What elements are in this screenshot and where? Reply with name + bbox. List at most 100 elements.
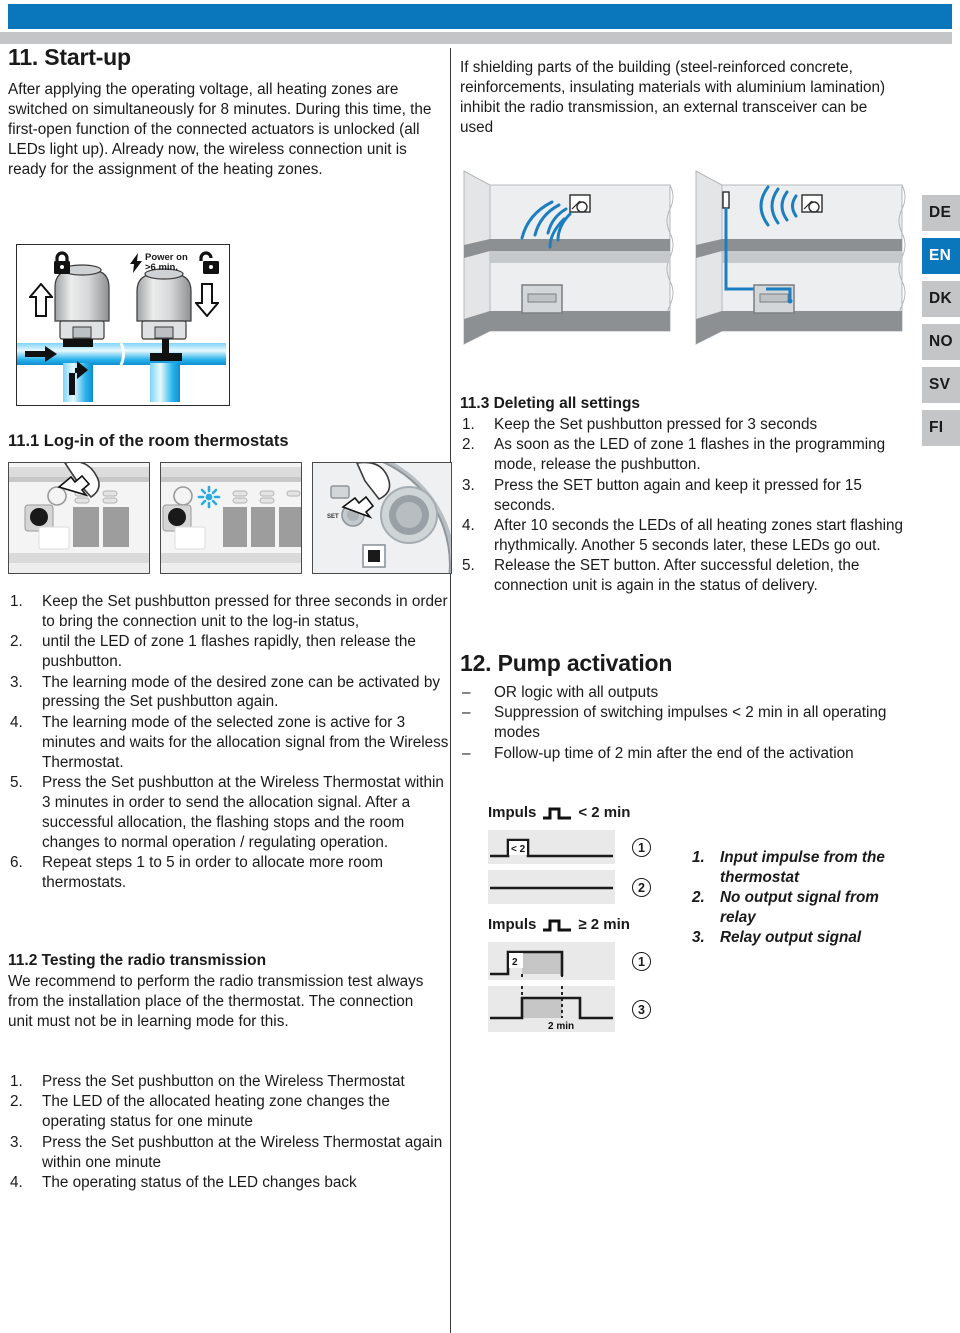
- svg-text:SET: SET: [327, 514, 339, 520]
- list-text: No output signal from relay: [720, 888, 879, 926]
- list-marker: 1.: [462, 416, 475, 433]
- list-text: As soon as the LED of zone 1 flashes in …: [494, 436, 886, 474]
- list-item: 3. Relay output signal: [692, 928, 910, 948]
- photo-press-set-button: [8, 462, 150, 574]
- list-section-12-bullets: – OR logic with all outputs – Suppression …: [460, 683, 910, 764]
- pump-badge-a1: 1: [632, 838, 651, 857]
- list-item: 1. Keep the Set pushbutton pressed for 3 …: [460, 415, 910, 435]
- list-text: Input impulse from the thermostat: [720, 849, 885, 886]
- list-marker: –: [462, 744, 471, 762]
- list-text: The operating status of the LED changes …: [42, 1173, 357, 1191]
- svg-text:< 2: < 2: [511, 844, 526, 855]
- list-marker: 4.: [10, 713, 23, 731]
- language-tab-rail: DE EN DK NO SV FI: [922, 195, 960, 453]
- rooms-illustration: [463, 170, 906, 345]
- language-tab-de[interactable]: DE: [922, 195, 960, 231]
- language-tab-fi[interactable]: FI: [922, 410, 960, 446]
- list-item: 2. The LED of the allocated heating zone …: [8, 1092, 450, 1132]
- list-section-11-1-steps: 1. Keep the Set pushbutton pressed for th…: [8, 592, 450, 893]
- pump-badge-a2: 2: [632, 878, 651, 897]
- list-marker: 2.: [692, 888, 705, 906]
- lightning-bolt-icon: [129, 253, 143, 278]
- list-section-11-3-steps: 1. Keep the Set pushbutton pressed for 3 …: [460, 415, 910, 596]
- list-text: The LED of the allocated heating zone ch…: [42, 1093, 390, 1131]
- list-marker: –: [462, 684, 471, 701]
- power-on-label: Power on >6 min.: [145, 253, 188, 273]
- list-marker: 4.: [462, 516, 475, 534]
- pump-trace-a2: [488, 870, 615, 904]
- list-text: The learning mode of the desired zone ca…: [42, 673, 440, 711]
- impuls-title-b: Impuls ≥ 2 min: [488, 916, 630, 933]
- figure-actuator-first-open: Power on >6 min.: [16, 244, 230, 406]
- list-text: After 10 seconds the LEDs of all heating…: [494, 516, 904, 554]
- column-divider: [450, 48, 451, 1333]
- photo-thermostat-set: SET: [312, 462, 452, 574]
- list-text: The learning mode of the selected zone i…: [42, 713, 449, 771]
- list-item: 3. The learning mode of the desired zone …: [8, 673, 450, 713]
- pump-badge-b2: 3: [632, 1000, 651, 1019]
- impuls-cond-b: ≥ 2 min: [578, 916, 630, 933]
- svg-text:2 min: 2 min: [548, 1021, 574, 1032]
- language-tab-dk[interactable]: DK: [922, 281, 960, 317]
- language-tab-sv[interactable]: SV: [922, 367, 960, 403]
- list-item: 4. After 10 seconds the LEDs of all heati…: [460, 516, 910, 556]
- list-item: – OR logic with all outputs: [460, 683, 910, 703]
- arrow-down-icon: [193, 283, 221, 322]
- list-text: Press the Set pushbutton at the Wireless…: [42, 1133, 443, 1171]
- pump-badge-b1: 1: [632, 952, 651, 971]
- photo-led-flashing: [160, 462, 302, 574]
- list-text: until the LED of zone 1 flashes rapidly,…: [42, 633, 416, 671]
- list-text: Keep the Set pushbutton pressed for thre…: [42, 593, 448, 630]
- list-text: OR logic with all outputs: [494, 684, 659, 701]
- figure-login-photos: SET: [8, 462, 452, 574]
- list-marker: 3.: [10, 673, 23, 691]
- heading-section-11-3: 11.3 Deleting all settings: [460, 395, 641, 412]
- list-item: 1. Input impulse from the thermostat: [692, 848, 910, 888]
- list-item: 2. No output signal from relay: [692, 888, 910, 928]
- heading-section-11-2: 11.2 Testing the radio transmission: [8, 952, 267, 969]
- list-text: Press the SET button again and keep it p…: [494, 476, 862, 514]
- actuator-illustration: [17, 264, 226, 402]
- figure-pump-timing: Impuls < 2 min < 2 1 2 Impuls ≥ 2 min 2 …: [460, 804, 910, 1094]
- banner-blue-bar: [8, 4, 952, 29]
- page-content: 11. Start-up After applying the operatin…: [0, 44, 960, 1333]
- list-marker: –: [462, 704, 471, 722]
- list-marker: 3.: [692, 928, 705, 946]
- list-item: 2. until the LED of zone 1 flashes rapidl…: [8, 632, 450, 672]
- list-item: 5. Press the Set pushbutton at the Wirele…: [8, 773, 450, 853]
- banner-grey-bar: [0, 32, 952, 44]
- right-column: If shielding parts of the building (stee…: [460, 44, 910, 1032]
- list-text: Suppression of switching impulses < 2 mi…: [494, 704, 887, 742]
- list-marker: 2.: [10, 633, 23, 651]
- list-item: 3. Press the SET button again and keep it…: [460, 476, 910, 516]
- list-item: 1. Press the Set pushbutton on the Wirele…: [8, 1072, 450, 1092]
- paragraph-section-11-2: We recommend to perform the radio transm…: [8, 973, 424, 1030]
- pump-trace-a1: < 2: [488, 830, 615, 864]
- list-item: 4. The learning mode of the selected zone…: [8, 713, 450, 773]
- list-item: 1. Keep the Set pushbutton pressed for th…: [8, 592, 450, 632]
- list-item: 4. The operating status of the LED change…: [8, 1173, 450, 1193]
- list-item: 5. Release the SET button. After successf…: [460, 556, 910, 596]
- language-tab-en[interactable]: EN: [922, 238, 960, 274]
- list-marker: 2.: [462, 436, 475, 454]
- impuls-title-a: Impuls < 2 min: [488, 804, 630, 821]
- list-item: 6. Repeat steps 1 to 5 in order to alloca…: [8, 853, 450, 893]
- list-item: – Suppression of switching impulses < 2 m…: [460, 703, 910, 743]
- lock-closed-icon: [52, 251, 72, 280]
- figure-transceiver-rooms: [460, 159, 910, 354]
- impuls-label-b: Impuls: [488, 916, 537, 933]
- pump-trace-b2: 2 min: [488, 986, 615, 1032]
- power-on-line2: >6 min.: [145, 261, 178, 273]
- language-tab-no[interactable]: NO: [922, 324, 960, 360]
- list-text: Release the SET button. After successful…: [494, 557, 860, 594]
- heading-section-11: 11. Start-up: [8, 44, 131, 70]
- pulse-glyph-icon-b: [543, 919, 572, 931]
- list-text: Repeat steps 1 to 5 in order to allocate…: [42, 853, 383, 891]
- list-marker: 3.: [462, 476, 475, 494]
- top-banner: [0, 0, 960, 44]
- svg-text:2: 2: [512, 957, 518, 968]
- list-marker: 6.: [10, 853, 23, 871]
- paragraph-intro-transceiver: If shielding parts of the building (stee…: [460, 59, 886, 136]
- list-marker: 4.: [10, 1173, 23, 1191]
- list-marker: 1.: [692, 849, 705, 866]
